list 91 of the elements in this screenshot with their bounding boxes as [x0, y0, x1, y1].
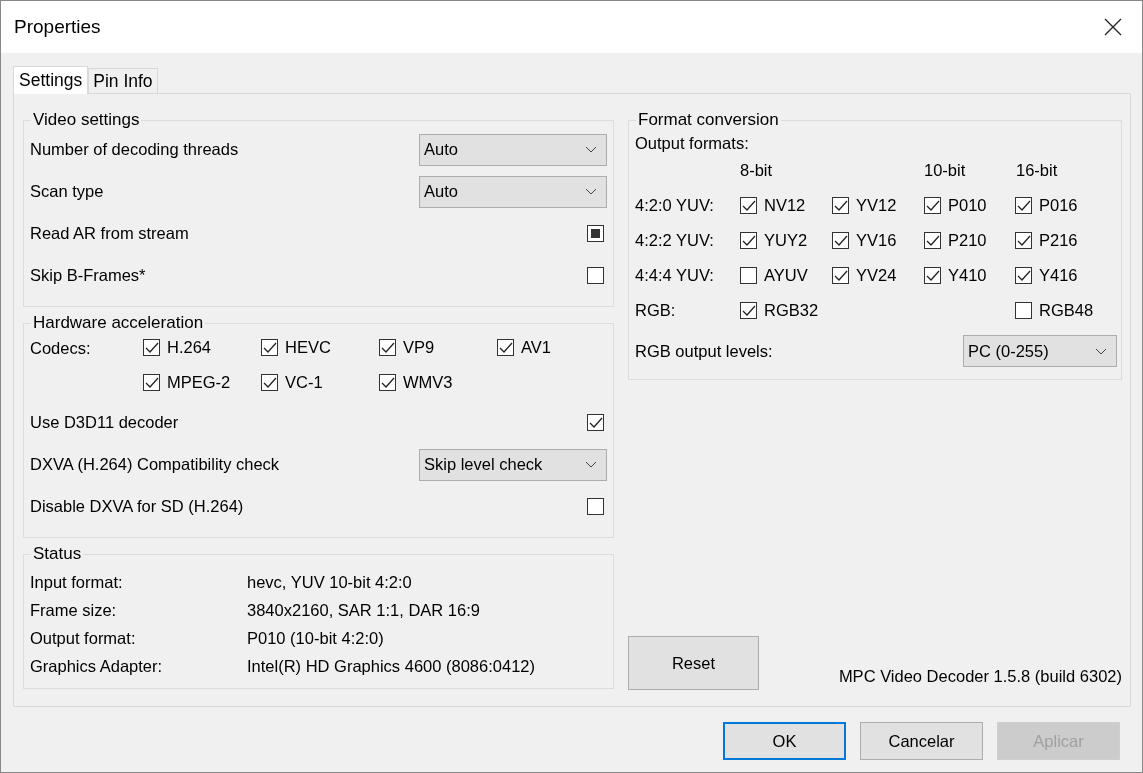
checkbox-label: P216 [1039, 231, 1078, 250]
dialog-button[interactable]: OK [723, 722, 846, 760]
checkbox-label: P016 [1039, 196, 1078, 215]
checkbox-label: YV16 [856, 231, 897, 250]
checkbox-label: RGB32 [764, 301, 819, 320]
checkbox[interactable] [261, 374, 278, 391]
dropdown[interactable]: Auto [419, 175, 607, 208]
tab[interactable]: Pin Info [88, 68, 158, 93]
checkbox[interactable] [1015, 267, 1032, 284]
status-value: P010 (10-bit 4:2:0) [247, 628, 384, 648]
setting-label: Use D3D11 decoder [30, 413, 179, 432]
status-value: 3840x2160, SAR 1:1, DAR 16:9 [247, 600, 480, 620]
checkbox[interactable] [924, 267, 941, 284]
checkbox-label: AYUV [764, 266, 808, 285]
row-label: 4:4:4 YUV: [635, 266, 715, 285]
checkbox[interactable] [379, 339, 396, 356]
setting-label: Number of decoding threads [30, 140, 239, 159]
output-formats-label: Output formats: [635, 133, 750, 154]
column-header: 16-bit [1016, 161, 1058, 179]
setting-label: Skip B-Frames* [30, 266, 146, 285]
checkbox-label: RGB48 [1039, 301, 1094, 320]
version-label: MPC Video Decoder 1.5.8 (build 6302) [838, 667, 1122, 687]
checkbox-label: Y410 [948, 266, 987, 285]
status-label: Input format: [30, 572, 124, 592]
checkbox[interactable] [143, 339, 160, 356]
group-title: Status [32, 544, 83, 564]
checkbox[interactable] [497, 339, 514, 356]
column-header: 8-bit [740, 161, 773, 179]
setting-label: Disable DXVA for SD (H.264) [30, 497, 244, 516]
row-label: 4:2:2 YUV: [635, 231, 715, 250]
checkbox[interactable] [740, 302, 757, 319]
dropdown[interactable]: Auto [419, 133, 607, 166]
checkbox-label: P010 [948, 196, 987, 215]
checkbox[interactable] [1015, 232, 1032, 249]
close-icon[interactable] [1104, 18, 1122, 36]
checkbox-label: VP9 [403, 338, 435, 357]
column-header: 10-bit [924, 161, 966, 179]
row-label: RGB: [635, 301, 677, 320]
setting-label: Scan type [30, 182, 104, 201]
checkbox[interactable] [924, 197, 941, 214]
checkbox[interactable] [1015, 197, 1032, 214]
checkbox[interactable] [740, 232, 757, 249]
checkbox-label: AV1 [521, 338, 551, 357]
codecs-label: Codecs: [30, 338, 92, 359]
checkbox[interactable] [924, 232, 941, 249]
checkbox[interactable] [379, 374, 396, 391]
checkbox[interactable] [1015, 302, 1032, 319]
status-label: Output format: [30, 628, 137, 648]
window-title: Properties [14, 16, 101, 38]
caret-icon [1095, 347, 1107, 355]
checkbox[interactable] [587, 498, 604, 515]
checkbox-label: HEVC [285, 338, 331, 357]
caret-icon [585, 188, 597, 195]
row-label: 4:2:0 YUV: [635, 196, 715, 215]
checkbox-label: WMV3 [403, 373, 453, 392]
checkbox[interactable] [587, 414, 604, 431]
checkbox[interactable] [587, 225, 604, 242]
setting-label: Read AR from stream [30, 224, 189, 243]
setting-label: DXVA (H.264) Compatibility check [30, 455, 280, 474]
caret-icon [585, 461, 597, 468]
reset-button[interactable]: Reset [628, 636, 759, 690]
checkbox[interactable] [261, 339, 278, 356]
status-value: Intel(R) HD Graphics 4600 (8086:0412) [247, 656, 535, 676]
group-title: Hardware acceleration [32, 313, 205, 333]
checkbox[interactable] [832, 232, 849, 249]
status-value: hevc, YUV 10-bit 4:2:0 [247, 572, 412, 592]
checkbox-label: YV24 [856, 266, 897, 285]
checkbox[interactable] [740, 197, 757, 214]
caret-icon [585, 146, 597, 153]
group-title: Format conversion [637, 110, 780, 130]
checkbox-label: YV12 [856, 196, 897, 215]
dropdown[interactable]: Skip level check [419, 448, 607, 481]
checkbox-label: NV12 [764, 196, 806, 215]
status-label: Frame size: [30, 600, 118, 620]
checkbox-label: Y416 [1039, 266, 1078, 285]
checkbox-label: H.264 [167, 338, 212, 357]
checkbox[interactable] [587, 267, 604, 284]
dropdown[interactable]: PC (0-255) [963, 335, 1117, 367]
checkbox[interactable] [740, 267, 757, 284]
status-label: Graphics Adapter: [30, 656, 164, 676]
checkbox[interactable] [832, 267, 849, 284]
checkbox[interactable] [143, 374, 160, 391]
checkbox-label: P210 [948, 231, 987, 250]
tab[interactable]: Settings [13, 66, 89, 94]
checkbox-label: MPEG-2 [167, 373, 231, 392]
checkbox[interactable] [832, 197, 849, 214]
checkbox-label: YUY2 [764, 231, 808, 250]
dialog-button[interactable]: Cancelar [860, 722, 983, 760]
setting-label: RGB output levels: [635, 341, 773, 361]
group-title: Video settings [32, 110, 141, 130]
checkbox-label: VC-1 [285, 373, 323, 392]
